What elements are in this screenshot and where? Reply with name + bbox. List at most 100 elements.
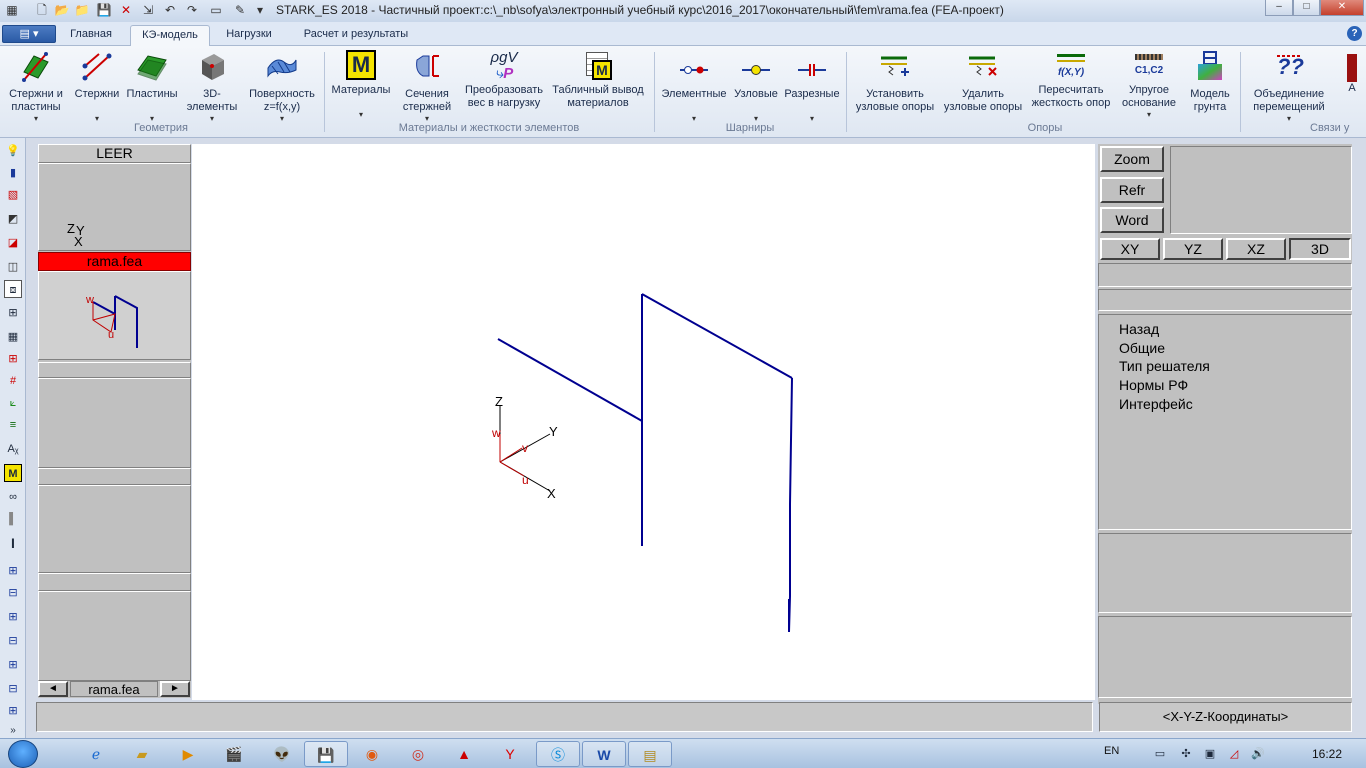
weight-to-load-button[interactable]: ρgV ⤷P Преобразовать вес в нагрузку bbox=[460, 50, 548, 110]
view-xz-button[interactable]: XZ bbox=[1226, 238, 1286, 260]
remove-rnfl-icon[interactable]: ⊟ bbox=[4, 680, 22, 698]
materials-button[interactable]: M Материалы ▾ bbox=[328, 50, 394, 119]
language-indicator[interactable]: EN bbox=[1104, 745, 1119, 757]
help-icon[interactable]: ? bbox=[1347, 26, 1362, 41]
3d-elements-button[interactable]: 3D-элементы ▾ bbox=[184, 50, 240, 123]
rod-sections-button[interactable]: Сечения стержней ▾ bbox=[396, 50, 458, 123]
device-tray-icon[interactable]: ▣ bbox=[1200, 741, 1220, 767]
view-yz-icon[interactable]: ◪ bbox=[4, 234, 22, 252]
word-icon[interactable]: W bbox=[582, 741, 626, 767]
app-menu-button[interactable]: ▤ ▾ bbox=[2, 25, 56, 43]
axes-icon[interactable]: ⟀ bbox=[4, 394, 22, 412]
explorer-icon[interactable]: ▰ bbox=[122, 741, 162, 767]
elastic-base-button[interactable]: C1,C2 Упругое основание ▾ bbox=[1118, 50, 1180, 119]
view-xy-button[interactable]: XY bbox=[1100, 238, 1160, 260]
remove-element-icon[interactable]: ⊟ bbox=[4, 632, 22, 650]
movie-maker-icon[interactable]: 🎬 bbox=[214, 741, 254, 767]
menu-back[interactable]: Назад bbox=[1119, 321, 1159, 337]
hinges-tool-icon[interactable]: ∞ bbox=[4, 488, 22, 506]
alien-icon[interactable]: 👽 bbox=[262, 741, 302, 767]
merge-displacements-button[interactable]: ?? Объединение перемещений ▾ bbox=[1244, 50, 1334, 123]
bulb-icon[interactable]: 💡 bbox=[4, 142, 22, 160]
ie-icon[interactable]: ℯ bbox=[76, 741, 116, 767]
tab-loads[interactable]: Нагрузки bbox=[216, 25, 282, 46]
supports-icon[interactable]: ≡ bbox=[4, 416, 22, 434]
view-3d-icon[interactable]: ⧈ bbox=[4, 280, 22, 298]
settings-tray-icon[interactable]: ✣ bbox=[1176, 741, 1196, 767]
frame-beam-left[interactable] bbox=[497, 338, 643, 422]
network-icon[interactable]: ◿ bbox=[1224, 741, 1244, 767]
undo-icon[interactable]: ↶ bbox=[162, 2, 178, 18]
tab-calc-results[interactable]: Расчет и результаты bbox=[294, 25, 418, 46]
add-node-icon[interactable]: ⊞ bbox=[4, 562, 22, 580]
word-button[interactable]: Word bbox=[1100, 207, 1164, 233]
view-xz-icon[interactable]: ◩ bbox=[4, 210, 22, 228]
menu-solver-type[interactable]: Тип решателя bbox=[1119, 358, 1210, 374]
menu-interface[interactable]: Интерфейс bbox=[1119, 396, 1193, 412]
yandex-icon[interactable]: Y bbox=[490, 741, 530, 767]
app-icon[interactable]: ▦ bbox=[4, 2, 20, 18]
pin-icon[interactable]: ⇲ bbox=[140, 2, 156, 18]
grid-red-icon[interactable]: # bbox=[4, 372, 22, 390]
view-3d-button[interactable]: 3D bbox=[1289, 238, 1351, 260]
maximize-button[interactable]: □ bbox=[1293, 0, 1320, 16]
empty-slot-3[interactable] bbox=[38, 591, 191, 681]
mesh-red-icon[interactable]: ⊞ bbox=[4, 350, 22, 368]
empty-slot-2[interactable] bbox=[38, 485, 191, 573]
delete-node-supports-button[interactable]: Удалить узловые опоры bbox=[940, 50, 1026, 114]
edit-icon[interactable]: ✎ bbox=[232, 2, 248, 18]
open-folder-icon[interactable]: 📂 bbox=[54, 2, 70, 18]
firefox-icon[interactable]: ◉ bbox=[352, 741, 392, 767]
skype-icon[interactable]: Ⓢ bbox=[536, 741, 580, 767]
open-icon[interactable]: 📁 bbox=[74, 2, 90, 18]
view-xy-icon[interactable]: ◫ bbox=[4, 258, 22, 276]
frame-column-right[interactable] bbox=[788, 377, 793, 633]
rods-button[interactable]: Стержни ▾ bbox=[72, 50, 122, 123]
view-yz-button[interactable]: YZ bbox=[1163, 238, 1223, 260]
add-item-icon[interactable]: ⊞ bbox=[4, 702, 22, 720]
menu-norms-rf[interactable]: Нормы РФ bbox=[1119, 377, 1188, 393]
database-icon[interactable]: ▮ bbox=[4, 164, 22, 182]
next-file-button[interactable]: ► bbox=[160, 681, 190, 697]
section-tool-icon[interactable]: ▌ bbox=[4, 510, 22, 528]
new-file-icon[interactable]: 🗋 bbox=[34, 2, 50, 18]
text-icon[interactable]: Aᵪ bbox=[4, 440, 22, 458]
plates-button[interactable]: Пластины ▾ bbox=[124, 50, 180, 123]
media-player-icon[interactable]: ▶ bbox=[168, 741, 208, 767]
chrome-icon[interactable]: ◎ bbox=[398, 741, 438, 767]
notes-icon[interactable]: ▤ bbox=[628, 741, 672, 767]
redo-icon[interactable]: ↷ bbox=[184, 2, 200, 18]
model-file-tab[interactable]: rama.fea bbox=[38, 252, 191, 271]
soil-model-button[interactable]: Модель грунта bbox=[1182, 50, 1238, 114]
i-beam-icon[interactable]: I bbox=[4, 534, 22, 552]
remove-node-icon[interactable]: ⊟ bbox=[4, 584, 22, 602]
quick-access-dropdown-icon[interactable]: ▾ bbox=[252, 2, 268, 18]
tab-main[interactable]: Главная bbox=[62, 25, 120, 46]
node-grid-icon[interactable]: ⊞ bbox=[4, 304, 22, 322]
materials-tool-icon[interactable]: M bbox=[4, 464, 22, 482]
zoom-button[interactable]: Zoom bbox=[1100, 146, 1164, 172]
start-button[interactable] bbox=[8, 740, 38, 768]
xyz-coordinates-button[interactable]: <X-Y-Z-Координаты> bbox=[1099, 702, 1352, 732]
mesh-icon[interactable]: ▦ bbox=[4, 328, 22, 346]
add-rnfl-icon[interactable]: ⊞ bbox=[4, 656, 22, 674]
volume-icon[interactable]: 🔊 bbox=[1248, 741, 1268, 767]
close-button[interactable]: ✕ bbox=[1320, 0, 1364, 16]
rods-and-plates-button[interactable]: Стержни и пластины ▾ bbox=[2, 50, 70, 123]
node-hinges-button[interactable]: Узловые ▾ bbox=[730, 50, 782, 123]
tab-fe-model[interactable]: КЭ-модель bbox=[130, 25, 210, 46]
element-hinges-button[interactable]: Элементные ▾ bbox=[658, 50, 730, 123]
empty-slot-1[interactable] bbox=[38, 378, 191, 468]
model-thumbnail[interactable]: w u bbox=[38, 271, 191, 360]
acrobat-icon[interactable]: ▲ bbox=[444, 741, 484, 767]
minimize-button[interactable]: – bbox=[1265, 0, 1293, 16]
set-node-supports-button[interactable]: Установить узловые опоры bbox=[850, 50, 940, 114]
flag-icon[interactable]: ▭ bbox=[1150, 741, 1170, 767]
frame-model-view[interactable]: Z Y X w v u bbox=[192, 144, 1095, 700]
split-hinges-button[interactable]: Разрезные ▾ bbox=[782, 50, 842, 123]
refresh-button[interactable]: Refr bbox=[1100, 177, 1164, 203]
grid-delete-icon[interactable]: ▧ bbox=[4, 186, 22, 204]
menu-general[interactable]: Общие bbox=[1119, 340, 1165, 356]
frame-beam-top[interactable] bbox=[641, 293, 793, 379]
stark-taskbar-icon[interactable]: 💾 bbox=[304, 741, 348, 767]
